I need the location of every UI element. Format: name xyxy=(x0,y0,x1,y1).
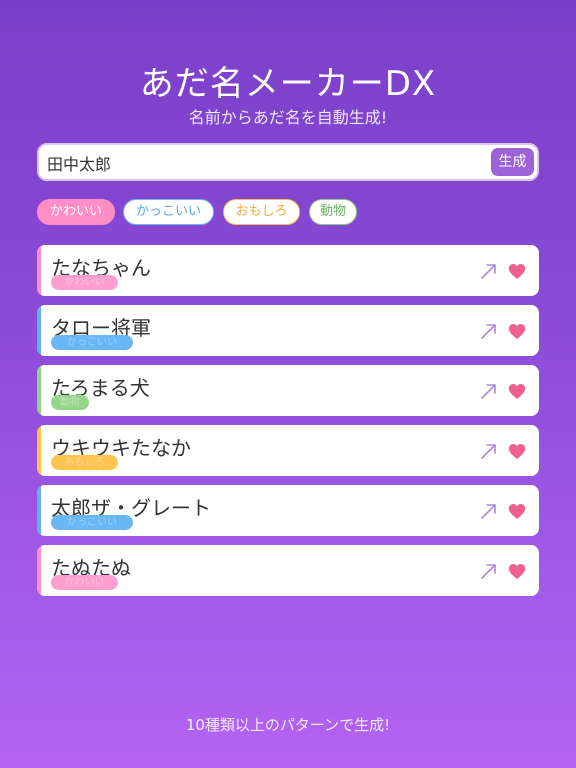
category-accent xyxy=(37,485,41,536)
chip-cool[interactable]: かっこいい xyxy=(123,199,214,225)
arrow-up-right-icon[interactable] xyxy=(480,322,498,340)
footer-note: 10種類以上のパターンで生成! xyxy=(185,716,391,734)
chip-funny[interactable]: おもしろ xyxy=(223,199,300,225)
heart-icon[interactable] xyxy=(508,263,526,280)
arrow-up-right-icon[interactable] xyxy=(480,262,498,280)
result-card[interactable]: ウキウキたなか おもしろ xyxy=(37,425,539,476)
category-tag: かっこいい xyxy=(51,515,133,530)
generate-button[interactable]: 生成 xyxy=(491,148,534,176)
category-tag: かわいい xyxy=(51,275,118,290)
category-tag: かわいい xyxy=(51,575,118,590)
category-accent xyxy=(37,305,41,356)
heart-icon[interactable] xyxy=(508,443,526,460)
result-card[interactable]: たろまる犬 動物 xyxy=(37,365,539,416)
name-input[interactable] xyxy=(47,151,477,175)
category-tag: かっこいい xyxy=(51,335,133,350)
app-title: あだ名メーカーDX xyxy=(139,64,437,104)
search-box: 生成 xyxy=(37,143,539,181)
category-accent xyxy=(37,245,41,296)
category-accent xyxy=(37,365,41,416)
chip-animal[interactable]: 動物 xyxy=(309,199,357,225)
result-card[interactable]: たなちゃん かわいい xyxy=(37,245,539,296)
category-tag: 動物 xyxy=(51,395,89,410)
heart-icon[interactable] xyxy=(508,323,526,340)
category-tag: おもしろ xyxy=(51,455,118,470)
heart-icon[interactable] xyxy=(508,383,526,400)
heart-icon[interactable] xyxy=(508,563,526,580)
category-accent xyxy=(37,545,41,596)
result-card[interactable]: タロー将軍 かっこいい xyxy=(37,305,539,356)
heart-icon[interactable] xyxy=(508,503,526,520)
result-card[interactable]: たぬたぬ かわいい xyxy=(37,545,539,596)
result-card[interactable]: 太郎ザ・グレート かっこいい xyxy=(37,485,539,536)
arrow-up-right-icon[interactable] xyxy=(480,382,498,400)
chip-cute[interactable]: かわいい xyxy=(37,199,115,225)
category-accent xyxy=(37,425,41,476)
arrow-up-right-icon[interactable] xyxy=(480,502,498,520)
app-subtitle: 名前からあだ名を自動生成! xyxy=(188,108,388,127)
arrow-up-right-icon[interactable] xyxy=(480,442,498,460)
arrow-up-right-icon[interactable] xyxy=(480,562,498,580)
